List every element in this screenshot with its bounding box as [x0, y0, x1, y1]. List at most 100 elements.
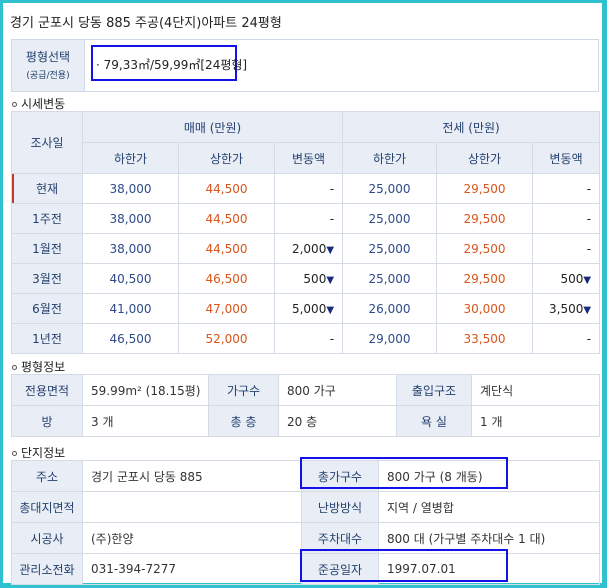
- sale-change: 2,000▼: [273, 233, 344, 264]
- row-label: 1주전: [11, 203, 83, 234]
- jeonse-high: 29,500: [436, 233, 534, 264]
- jeonse-low: 25,000: [342, 263, 438, 294]
- entrance-value: 계단식: [471, 374, 600, 406]
- area-info-table: 전용면적 59.99m² (18.15평) 가구수 800 가구 출입구조 계단…: [11, 374, 600, 437]
- entrance-label: 출입구조: [396, 374, 472, 406]
- office-phone-label: 관리소전화: [11, 553, 83, 585]
- sale-low: 38,000: [82, 203, 179, 234]
- sale-low: 38,000: [82, 233, 179, 264]
- table-row: 1월전 38,000 44,500 2,000▼ 25,000 29,500 -: [11, 233, 601, 264]
- row-label: 6월전: [11, 293, 83, 324]
- heating-value: 지역 / 열병합: [378, 491, 600, 523]
- size-select-value: · 79,33㎡/59,99㎡[24평형]: [96, 58, 248, 72]
- sale-low: 38,000: [82, 173, 179, 204]
- bath-label: 욕 실: [396, 405, 472, 437]
- sale-change: 5,000▼: [273, 293, 344, 324]
- sale-high: 44,500: [178, 233, 275, 264]
- address-value: 경기 군포시 당동 885: [82, 460, 302, 492]
- jeonse-change: -: [532, 203, 601, 234]
- down-arrow-icon: ▼: [583, 274, 592, 286]
- sale-high: 52,000: [178, 323, 275, 354]
- exclusive-area-value: 59.99m² (18.15평): [82, 374, 209, 406]
- sale-high: 47,000: [178, 293, 275, 324]
- page-frame: 경기 군포시 당동 885 주공(4단지)아파트 24평형 평형선택 (공급/전…: [3, 3, 602, 585]
- sale-high: 44,500: [178, 173, 275, 204]
- land-area-value: [82, 491, 302, 523]
- highlight-completion-date: [300, 549, 508, 582]
- complex-section-heading: 단지정보: [12, 444, 65, 461]
- down-arrow-icon: ▼: [326, 274, 335, 286]
- size-select-sublabel: (공급/전용): [26, 71, 70, 81]
- sale-high: 46,500: [178, 263, 275, 294]
- col-date: 조사일: [11, 111, 83, 174]
- group-jeonse: 전세 (만원): [342, 111, 601, 143]
- sale-change: 500▼: [273, 263, 344, 294]
- group-sale: 매매 (만원): [81, 111, 344, 143]
- table-row: 1년전 46,500 52,000 - 29,000 33,500 -: [11, 323, 601, 354]
- row-label: 3월전: [11, 263, 83, 294]
- row-label: 1년전: [11, 323, 83, 354]
- sale-low: 46,500: [82, 323, 179, 354]
- sale-high: 44,500: [178, 203, 275, 234]
- jeonse-change-header: 변동액: [532, 142, 601, 174]
- sale-low-header: 하한가: [82, 142, 179, 174]
- office-phone-value: 031-394-7277: [82, 553, 302, 585]
- jeonse-change: -: [532, 233, 601, 264]
- size-select-label-cell: 평형선택 (공급/전용): [12, 40, 85, 91]
- jeonse-high: 29,500: [436, 173, 534, 204]
- table-row: 현재 38,000 44,500 - 25,000 29,500 -: [11, 173, 601, 204]
- down-arrow-icon: ▼: [583, 304, 592, 316]
- bullet-icon: [12, 451, 17, 456]
- highlight-total-households: [300, 457, 508, 489]
- builder-value: (주)한양: [82, 522, 302, 554]
- sale-change: -: [273, 203, 344, 234]
- size-select-label: 평형선택: [25, 50, 71, 64]
- price-table: 조사일 매매 (만원) 전세 (만원) 하한가 상한가 변동액 하한가 상한가 …: [11, 111, 601, 354]
- price-section-heading: 시세변동: [12, 95, 65, 112]
- down-arrow-icon: ▼: [326, 244, 335, 256]
- rooms-value: 3 개: [82, 405, 209, 437]
- page-title: 경기 군포시 당동 885 주공(4단지)아파트 24평형: [10, 16, 282, 31]
- bath-value: 1 개: [471, 405, 600, 437]
- jeonse-change: 500▼: [532, 263, 601, 294]
- sale-high-header: 상한가: [178, 142, 275, 174]
- jeonse-low: 25,000: [342, 203, 438, 234]
- down-arrow-icon: ▼: [326, 304, 335, 316]
- jeonse-high: 29,500: [436, 263, 534, 294]
- sale-change: -: [273, 323, 344, 354]
- sale-low: 40,500: [82, 263, 179, 294]
- row-label: 현재: [11, 173, 83, 204]
- jeonse-high-header: 상한가: [436, 142, 534, 174]
- jeonse-high: 33,500: [436, 323, 534, 354]
- floors-value: 20 층: [278, 405, 397, 437]
- jeonse-low: 25,000: [342, 173, 438, 204]
- size-select-box: 평형선택 (공급/전용) · 79,33㎡/59,99㎡[24평형]: [11, 39, 599, 92]
- jeonse-high: 30,000: [436, 293, 534, 324]
- jeonse-change: 3,500▼: [532, 293, 601, 324]
- builder-label: 시공사: [11, 522, 83, 554]
- address-label: 주소: [11, 460, 83, 492]
- households-value: 800 가구: [278, 374, 397, 406]
- jeonse-change: -: [532, 173, 601, 204]
- table-row: 3월전 40,500 46,500 500▼ 25,000 29,500 500…: [11, 263, 601, 294]
- jeonse-low: 26,000: [342, 293, 438, 324]
- row-label: 1월전: [11, 233, 83, 264]
- jeonse-low: 25,000: [342, 233, 438, 264]
- jeonse-low-header: 하한가: [342, 142, 438, 174]
- floors-label: 총 층: [208, 405, 279, 437]
- sale-low: 41,000: [82, 293, 179, 324]
- land-area-label: 총대지면적: [11, 491, 83, 523]
- jeonse-low: 29,000: [342, 323, 438, 354]
- jeonse-change: -: [532, 323, 601, 354]
- table-row: 6월전 41,000 47,000 5,000▼ 26,000 30,000 3…: [11, 293, 601, 324]
- area-section-heading: 평형정보: [12, 358, 65, 375]
- heating-label: 난방방식: [301, 491, 379, 523]
- bullet-icon: [12, 102, 17, 107]
- sale-change: -: [273, 173, 344, 204]
- jeonse-high: 29,500: [436, 203, 534, 234]
- size-select-option[interactable]: · 79,33㎡/59,99㎡[24평형]: [91, 45, 247, 81]
- sale-change-header: 변동액: [273, 142, 344, 174]
- exclusive-area-label: 전용면적: [11, 374, 83, 406]
- table-row: 1주전 38,000 44,500 - 25,000 29,500 -: [11, 203, 601, 234]
- bullet-icon: [12, 365, 17, 370]
